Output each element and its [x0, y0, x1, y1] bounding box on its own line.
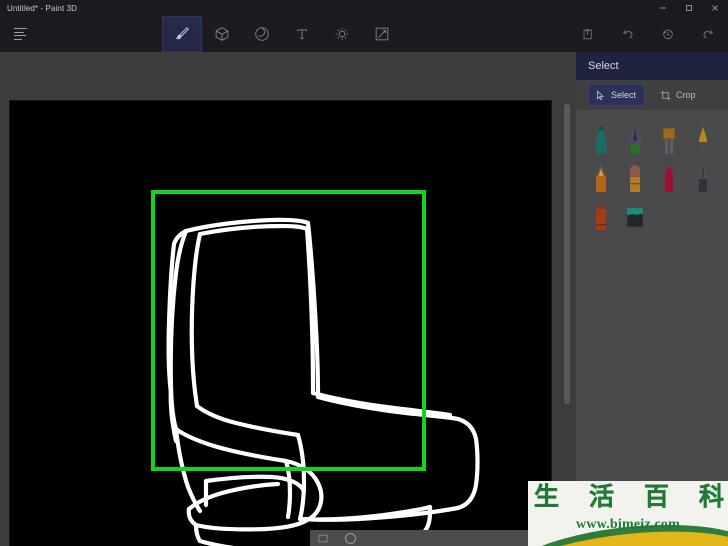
- zoom-slider-knob[interactable]: [345, 533, 356, 544]
- tab-text[interactable]: [282, 16, 322, 52]
- undo-arrow-icon: [620, 26, 636, 42]
- crayon-icon: [661, 164, 677, 194]
- panel-header: Select: [576, 52, 728, 80]
- sticker-icon: [253, 25, 271, 43]
- minimize-button[interactable]: [650, 0, 676, 16]
- scrollbar-thumb[interactable]: [564, 104, 570, 404]
- close-button[interactable]: [702, 0, 728, 16]
- brush-oil-brush[interactable]: [652, 124, 686, 158]
- paint-bucket-icon: [625, 205, 645, 229]
- toolbar-right-actions: [568, 16, 728, 52]
- history-clock-icon: [660, 26, 676, 42]
- pencil-icon: [593, 164, 609, 194]
- cursor-select-icon: [595, 90, 606, 101]
- brush-crayon[interactable]: [652, 162, 686, 196]
- brush-fill[interactable]: [618, 200, 652, 234]
- history-button[interactable]: [648, 16, 688, 52]
- canvas-icon: [373, 25, 391, 43]
- brush-calligraphy-pen[interactable]: [618, 124, 652, 158]
- share-icon: [580, 26, 596, 42]
- panel-tabs: Select Crop: [576, 80, 728, 110]
- tab-select-label: Select: [611, 90, 636, 100]
- rectangular-selection[interactable]: [151, 190, 426, 471]
- brush-spray-can[interactable]: [584, 200, 618, 234]
- canvas-size-icon: [318, 534, 328, 543]
- brush-watercolor[interactable]: [686, 124, 720, 158]
- panel-title: Select: [588, 60, 619, 72]
- crop-icon: [660, 90, 671, 101]
- status-canvas-size: [318, 534, 331, 543]
- canvas-vertical-scrollbar[interactable]: [564, 104, 570, 544]
- fountain-pen-icon: [627, 126, 643, 156]
- brush-pixel-pen[interactable]: [584, 162, 618, 196]
- tool-tabs: [162, 16, 402, 52]
- cube-icon: [213, 25, 231, 43]
- workspace[interactable]: [0, 52, 576, 546]
- brush-eraser[interactable]: [618, 162, 652, 196]
- brush-pencil[interactable]: [686, 162, 720, 196]
- status-bar: [310, 530, 576, 546]
- tab-stickers[interactable]: [242, 16, 282, 52]
- window-title: Untitled* - Paint 3D: [0, 4, 77, 13]
- drawing-canvas[interactable]: [10, 101, 551, 546]
- redo-button[interactable]: [688, 16, 728, 52]
- eraser-icon: [627, 164, 643, 194]
- tab-crop-label: Crop: [676, 90, 696, 100]
- hamburger-menu-icon[interactable]: [0, 16, 40, 52]
- tab-brushes[interactable]: [162, 16, 202, 52]
- top-toolbar: [0, 16, 728, 52]
- share-button[interactable]: [568, 16, 608, 52]
- tab-crop[interactable]: Crop: [653, 84, 705, 106]
- brush-marker[interactable]: [584, 124, 618, 158]
- tab-3d-shapes[interactable]: [202, 16, 242, 52]
- window-controls: [650, 0, 728, 16]
- sun-effects-icon: [333, 25, 351, 43]
- redo-arrow-icon: [700, 26, 716, 42]
- marker-icon: [593, 126, 609, 156]
- tab-canvas[interactable]: [362, 16, 402, 52]
- text-t-icon: [293, 25, 311, 43]
- oil-brush-icon: [661, 126, 677, 156]
- maximize-button[interactable]: [676, 0, 702, 16]
- tab-select[interactable]: Select: [588, 84, 645, 106]
- watercolor-icon: [695, 126, 711, 156]
- brush-icon: [173, 25, 191, 43]
- tab-effects[interactable]: [322, 16, 362, 52]
- tool-options-panel: Select Select Crop: [576, 52, 728, 546]
- graphite-pencil-icon: [695, 164, 711, 194]
- brush-grid: [576, 110, 728, 234]
- status-zoom[interactable]: [345, 533, 359, 544]
- spray-can-icon: [593, 202, 609, 232]
- undo-button[interactable]: [608, 16, 648, 52]
- title-bar: Untitled* - Paint 3D: [0, 0, 728, 16]
